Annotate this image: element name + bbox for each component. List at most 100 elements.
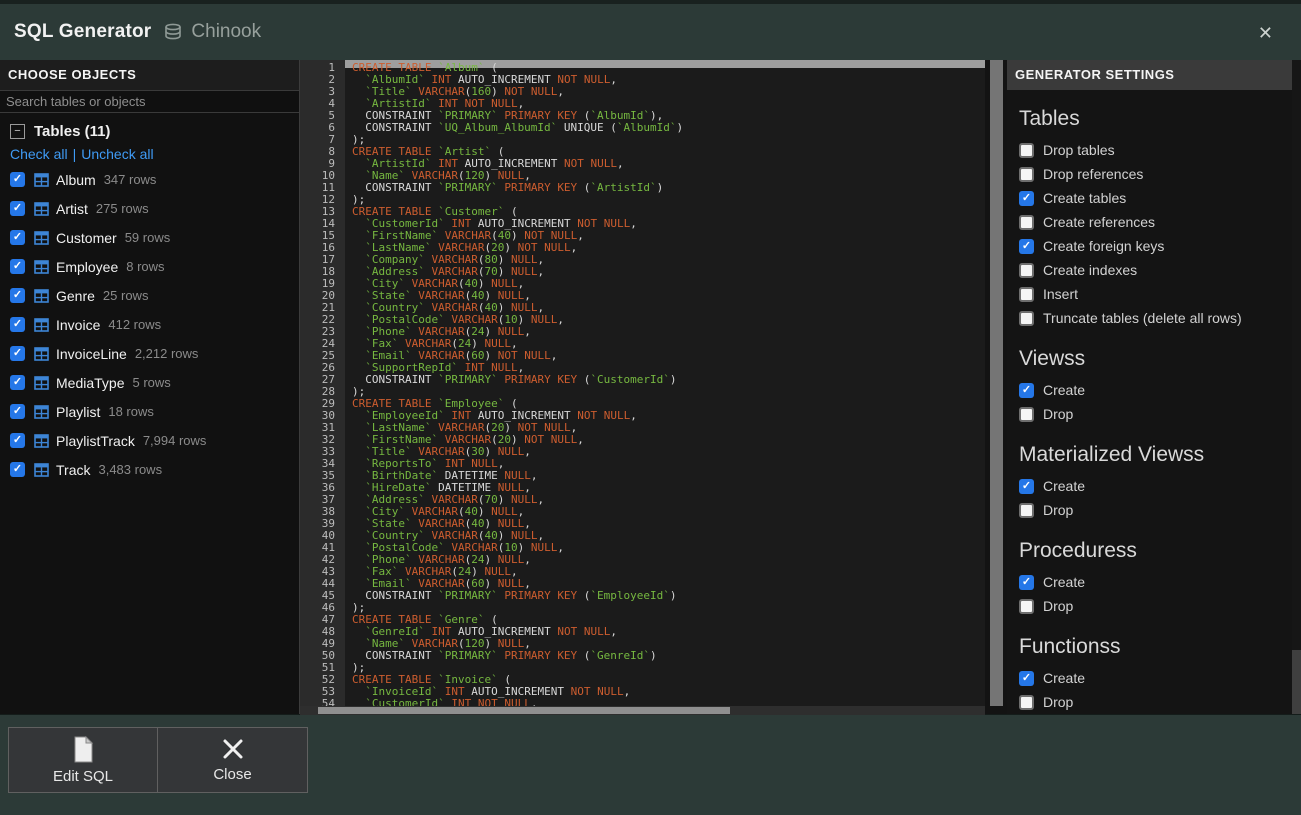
table-row[interactable]: Album347 rows — [0, 165, 299, 194]
table-row[interactable]: Artist275 rows — [0, 194, 299, 223]
checkbox-checked[interactable] — [10, 375, 25, 390]
line-number: 6 — [300, 122, 345, 134]
table-icon — [34, 260, 49, 274]
uncheck-all-link[interactable]: Uncheck all — [81, 146, 153, 162]
checkbox-checked[interactable] — [10, 462, 25, 477]
checkbox-checked[interactable] — [10, 259, 25, 274]
generator-settings-header: GENERATOR SETTINGS — [1007, 60, 1292, 90]
checkbox-unchecked[interactable] — [1019, 407, 1034, 422]
settings-option[interactable]: Create — [1019, 570, 1292, 594]
document-icon — [72, 736, 94, 763]
settings-option[interactable]: Create — [1019, 474, 1292, 498]
table-row[interactable]: Employee8 rows — [0, 252, 299, 281]
settings-option[interactable]: Drop references — [1019, 162, 1292, 186]
settings-option[interactable]: Drop — [1019, 402, 1292, 426]
close-button[interactable]: Close — [158, 727, 308, 793]
table-icon — [34, 405, 49, 419]
settings-option-label: Drop tables — [1043, 142, 1115, 158]
checkbox-checked[interactable] — [1019, 671, 1034, 686]
line-number: 1 — [300, 62, 345, 74]
checkbox-unchecked[interactable] — [1019, 695, 1034, 710]
checkbox-unchecked[interactable] — [1019, 599, 1034, 614]
table-row[interactable]: Track3,483 rows — [0, 455, 299, 484]
checkbox-unchecked[interactable] — [1019, 263, 1034, 278]
table-row[interactable]: InvoiceLine2,212 rows — [0, 339, 299, 368]
tables-group-label: Tables (11) — [34, 123, 110, 140]
bulk-check-links: Check all |Uncheck all — [0, 140, 299, 165]
table-list: Album347 rowsArtist275 rowsCustomer59 ro… — [0, 165, 299, 484]
table-row[interactable]: Genre 25 rows — [0, 281, 299, 310]
check-all-link[interactable]: Check all — [10, 146, 68, 162]
line-number: 5 — [300, 110, 345, 122]
link-separator: | — [73, 146, 77, 162]
sql-code: 1CREATE TABLE `Album` (2 `AlbumId` INT A… — [300, 62, 985, 715]
checkbox-unchecked[interactable] — [1019, 143, 1034, 158]
table-row[interactable]: MediaType5 rows — [0, 368, 299, 397]
settings-option-label: Truncate tables (delete all rows) — [1043, 310, 1242, 326]
checkbox-unchecked[interactable] — [1019, 215, 1034, 230]
settings-option[interactable]: Drop — [1019, 594, 1292, 618]
table-name: MediaType — [56, 375, 124, 391]
checkbox-checked[interactable] — [10, 288, 25, 303]
checkbox-checked[interactable] — [1019, 479, 1034, 494]
table-row-count: 25 rows — [103, 288, 149, 303]
page-scrollbar[interactable] — [1292, 60, 1301, 715]
search-input[interactable] — [0, 90, 299, 113]
horizontal-scrollbar-thumb[interactable] — [318, 707, 730, 714]
settings-option-label: Create foreign keys — [1043, 238, 1164, 254]
table-name: Employee — [56, 259, 118, 275]
table-row[interactable]: PlaylistTrack7,994 rows — [0, 426, 299, 455]
settings-option[interactable]: Create indexes — [1019, 258, 1292, 282]
vertical-scrollbar-thumb[interactable] — [990, 60, 1003, 706]
settings-option[interactable]: Create — [1019, 378, 1292, 402]
checkbox-unchecked[interactable] — [1019, 503, 1034, 518]
line-number: 7 — [300, 134, 345, 146]
checkbox-checked[interactable] — [1019, 575, 1034, 590]
dialog-close-icon[interactable]: ✕ — [1254, 22, 1277, 44]
checkbox-unchecked[interactable] — [1019, 311, 1034, 326]
settings-option-label: Create — [1043, 382, 1085, 398]
settings-option[interactable]: Insert — [1019, 282, 1292, 306]
table-name: Customer — [56, 230, 117, 246]
tables-group-toggle[interactable]: Tables (11) — [0, 113, 299, 140]
checkbox-checked[interactable] — [1019, 239, 1034, 254]
checkbox-checked[interactable] — [10, 317, 25, 332]
checkbox-checked[interactable] — [10, 433, 25, 448]
settings-option[interactable]: Drop — [1019, 690, 1292, 714]
checkbox-checked[interactable] — [10, 346, 25, 361]
code-line: 27 CONSTRAINT `PRIMARY` PRIMARY KEY (`Cu… — [300, 374, 985, 386]
settings-option[interactable]: Create references — [1019, 210, 1292, 234]
sql-preview-editor[interactable]: 1CREATE TABLE `Album` (2 `AlbumId` INT A… — [300, 60, 985, 715]
settings-section-title: Proceduress — [1019, 539, 1292, 563]
table-row[interactable]: Invoice412 rows — [0, 310, 299, 339]
checkbox-checked[interactable] — [1019, 191, 1034, 206]
collapse-icon[interactable] — [10, 124, 25, 139]
table-icon — [34, 347, 49, 361]
table-icon — [34, 434, 49, 448]
checkbox-checked[interactable] — [10, 172, 25, 187]
edit-sql-button[interactable]: Edit SQL — [8, 727, 158, 793]
checkbox-checked[interactable] — [10, 404, 25, 419]
checkbox-checked[interactable] — [10, 201, 25, 216]
settings-option[interactable]: Truncate tables (delete all rows) — [1019, 306, 1292, 330]
settings-option[interactable]: Create tables — [1019, 186, 1292, 210]
settings-option[interactable]: Create — [1019, 666, 1292, 690]
choose-objects-header: CHOOSE OBJECTS — [0, 60, 299, 90]
settings-option[interactable]: Create foreign keys — [1019, 234, 1292, 258]
table-name: Genre — [56, 288, 95, 304]
settings-option[interactable]: Drop — [1019, 498, 1292, 522]
checkbox-unchecked[interactable] — [1019, 287, 1034, 302]
settings-option[interactable]: Drop tables — [1019, 138, 1292, 162]
editor-horizontal-scrollbar[interactable] — [300, 706, 985, 715]
table-row-count: 7,994 rows — [143, 433, 207, 448]
checkbox-checked[interactable] — [1019, 383, 1034, 398]
table-row[interactable]: Playlist18 rows — [0, 397, 299, 426]
choose-objects-panel: CHOOSE OBJECTS Tables (11) Check all |Unc… — [0, 60, 300, 715]
editor-vertical-scrollbar[interactable] — [985, 60, 1007, 715]
table-row-count: 3,483 rows — [98, 462, 162, 477]
table-row[interactable]: Customer59 rows — [0, 223, 299, 252]
checkbox-checked[interactable] — [10, 230, 25, 245]
checkbox-unchecked[interactable] — [1019, 167, 1034, 182]
table-row-count: 18 rows — [108, 404, 154, 419]
page-scrollbar-thumb[interactable] — [1292, 650, 1301, 715]
